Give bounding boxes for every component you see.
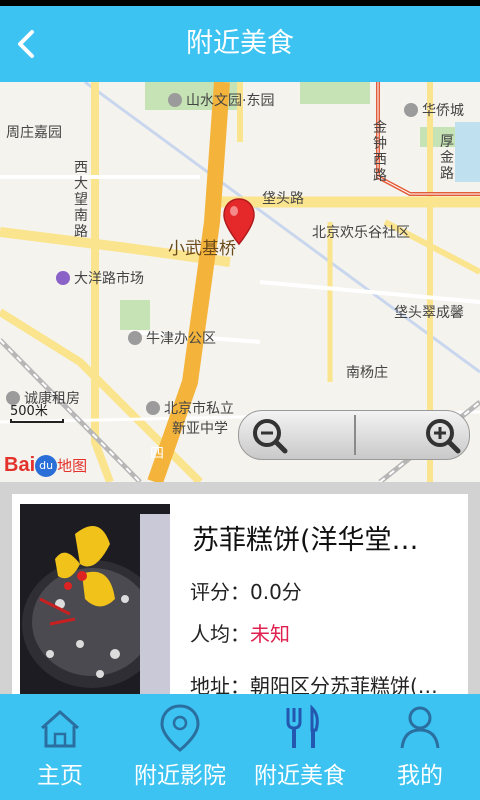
poi-icon bbox=[404, 103, 418, 117]
back-arrow-icon bbox=[18, 30, 34, 58]
map-label-zhouzhuang: 周庄嘉园 bbox=[6, 125, 62, 141]
app-header: 附近美食 bbox=[0, 6, 480, 82]
zoom-out-icon bbox=[253, 419, 288, 454]
avg-price-value: 未知 bbox=[250, 622, 290, 646]
user-icon bbox=[400, 706, 440, 749]
poi-icon bbox=[146, 401, 160, 415]
map-scale: 500米 bbox=[10, 400, 64, 423]
zoom-in-button[interactable] bbox=[354, 411, 469, 459]
bottom-tab-bar: 主页 附近影院 附近美食 我的 bbox=[0, 694, 480, 800]
restaurant-photo bbox=[20, 504, 170, 694]
back-button[interactable] bbox=[6, 20, 50, 68]
tab-nearby-cinema[interactable]: 附近影院 bbox=[120, 694, 240, 800]
map-label-houjin: 厚金路 bbox=[440, 134, 454, 182]
baidu-map-logo: Bai du 地图 bbox=[4, 454, 88, 477]
tab-mine[interactable]: 我的 bbox=[360, 694, 480, 800]
map-pin-icon[interactable] bbox=[222, 198, 256, 246]
tab-home[interactable]: 主页 bbox=[0, 694, 120, 800]
result-panel: 苏菲糕饼(洋华堂… 评分：0.0分 人均：未知 地址：朝阳区分苏菲糕饼(… bbox=[0, 482, 480, 698]
map-label-jinzhongxi: 金钟西路 bbox=[373, 120, 387, 184]
tab-nearby-food[interactable]: 附近美食 bbox=[240, 694, 360, 800]
rating-value: 0.0分 bbox=[250, 580, 302, 604]
map-label-huaqiao: 华侨城 bbox=[404, 100, 464, 120]
map-label-shanshui: 山水文园·东园 bbox=[168, 90, 274, 110]
map-label-xidawang: 西大望南路 bbox=[74, 160, 88, 240]
map-label-niujin: 牛津办公区 bbox=[128, 328, 216, 348]
map-label-si: 四 bbox=[150, 446, 164, 462]
map-label-xinya: 新亚中学 bbox=[172, 421, 228, 437]
restaurant-name: 苏菲糕饼(洋华堂… bbox=[192, 525, 419, 556]
fork-knife-icon bbox=[286, 704, 319, 748]
location-pin-icon bbox=[160, 704, 200, 752]
map-view[interactable]: 山水文园·东园 华侨城 周庄嘉园 金钟西路 厚金路 西大望南路 垡头路 小武基桥… bbox=[0, 82, 480, 482]
map-label-jiaotou: 垡头路 bbox=[262, 191, 304, 207]
zoom-in-icon bbox=[426, 419, 461, 454]
map-label-huanle: 北京欢乐谷社区 bbox=[312, 225, 410, 241]
map-label-dayang: 大洋路市场 bbox=[56, 268, 144, 288]
poi-icon bbox=[128, 331, 142, 345]
market-icon bbox=[56, 271, 70, 285]
rating-row: 评分：0.0分 bbox=[190, 580, 302, 604]
page-title: 附近美食 bbox=[186, 28, 294, 59]
avg-price-row: 人均：未知 bbox=[190, 622, 290, 646]
map-label-siliren: 北京市私立 bbox=[146, 398, 234, 418]
zoom-control bbox=[238, 410, 470, 460]
map-label-nanyang: 南杨庄 bbox=[346, 365, 388, 381]
restaurant-card[interactable]: 苏菲糕饼(洋华堂… 评分：0.0分 人均：未知 地址：朝阳区分苏菲糕饼(… bbox=[12, 494, 468, 698]
poi-icon bbox=[168, 93, 182, 107]
home-icon bbox=[41, 710, 79, 748]
zoom-out-button[interactable] bbox=[239, 411, 354, 459]
map-label-jiaotoucui: 垡头翠成馨 bbox=[394, 305, 464, 321]
